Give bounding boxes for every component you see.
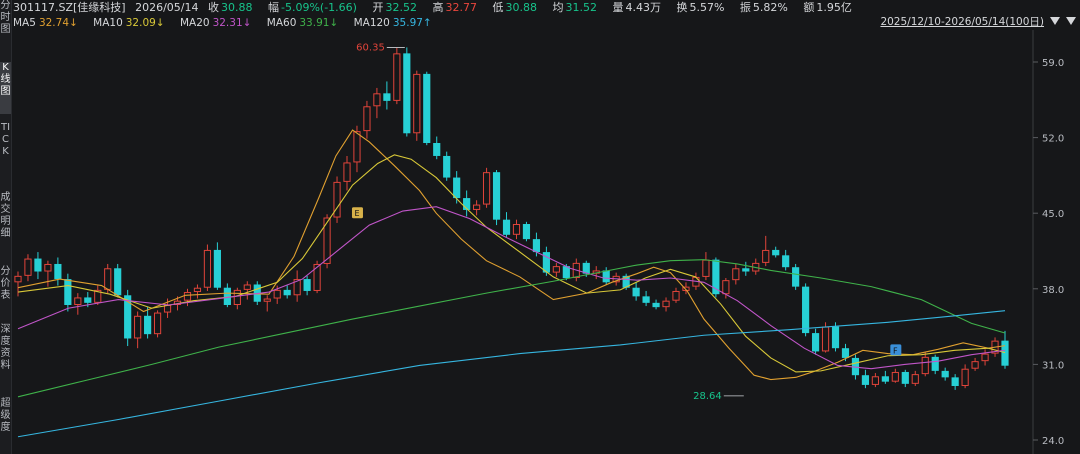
candle-body	[303, 279, 311, 291]
candle-body	[1001, 340, 1009, 366]
candle-body	[243, 284, 251, 290]
candle-body	[473, 204, 481, 210]
candle-body	[433, 143, 441, 156]
candle-body	[343, 162, 351, 182]
candle-body	[802, 286, 810, 334]
candle-body	[792, 267, 800, 287]
candle-body	[881, 376, 889, 382]
candle-body	[971, 361, 979, 369]
candle-body	[772, 249, 780, 256]
y-tick-label: 52.0	[1042, 134, 1064, 145]
y-tick-label: 38.0	[1042, 285, 1064, 296]
event-marker-label: E	[354, 209, 359, 218]
high-label: 60.35	[356, 42, 385, 53]
candle-body	[672, 290, 680, 301]
candle-body	[632, 287, 640, 297]
candle-body	[163, 305, 172, 313]
candle-body	[383, 93, 391, 101]
candle-body	[453, 177, 461, 199]
candle-body	[44, 263, 52, 272]
candle-body	[831, 326, 840, 349]
y-tick-label: 59.0	[1042, 58, 1064, 69]
candle-body	[722, 280, 730, 295]
candle-body	[602, 270, 610, 283]
candle-body	[443, 155, 451, 178]
candle-body	[213, 249, 221, 288]
candle-body	[74, 297, 82, 306]
candle-body	[911, 374, 919, 384]
candle-body	[861, 375, 870, 385]
candle-body	[134, 315, 142, 339]
candle-body	[413, 73, 421, 134]
ma-line-ma20	[17, 206, 1006, 370]
candle-body	[762, 249, 770, 263]
candle-body	[403, 53, 411, 134]
candle-body	[811, 333, 820, 352]
candle-body	[223, 287, 231, 305]
candle-body	[732, 268, 740, 281]
candle-body	[951, 377, 959, 386]
candle-body	[193, 287, 202, 293]
candle-body	[642, 296, 650, 303]
candle-body	[782, 255, 790, 268]
candle-body	[482, 172, 491, 205]
candle-body	[841, 348, 850, 358]
ma-line-ma10	[17, 154, 1006, 373]
candle-body	[273, 289, 281, 299]
candle-body	[552, 266, 560, 273]
candle-body	[233, 289, 241, 306]
candle-body	[901, 371, 909, 384]
candle-body	[263, 298, 271, 302]
candle-body	[742, 268, 750, 272]
candle-body	[532, 239, 541, 253]
candle-body	[492, 172, 501, 220]
candle-body	[54, 263, 62, 280]
low-label: 28.64	[693, 391, 722, 402]
candle-body	[931, 356, 939, 371]
candle-body	[522, 224, 531, 240]
ma-line-ma60	[17, 259, 1006, 398]
candle-body	[104, 268, 112, 290]
candle-body	[423, 73, 431, 143]
candle-body	[144, 315, 152, 335]
candle-body	[34, 258, 42, 272]
candle-body	[393, 53, 401, 101]
candle-body	[353, 131, 361, 163]
candle-body	[512, 224, 521, 235]
candle-body	[702, 259, 710, 277]
candle-body	[183, 292, 192, 301]
candle-body	[891, 371, 899, 382]
y-tick-label: 31.0	[1042, 360, 1064, 371]
candle-body	[981, 353, 989, 362]
y-tick-label: 45.0	[1042, 209, 1064, 220]
candle-body	[114, 268, 122, 296]
y-tick-label: 24.0	[1042, 436, 1064, 447]
candle-body	[373, 93, 381, 107]
candle-body	[153, 312, 162, 335]
candle-body	[652, 302, 660, 308]
event-marker-label: F	[893, 346, 898, 355]
candle-body	[502, 219, 511, 235]
candle-body	[203, 249, 212, 288]
candle-body	[363, 106, 371, 132]
candle-body	[662, 300, 670, 308]
ma-line-ma5	[17, 129, 1006, 381]
candle-body	[821, 326, 830, 352]
candle-body	[283, 289, 291, 296]
candle-body	[14, 275, 22, 283]
candle-body	[941, 370, 949, 378]
candle-body	[961, 368, 969, 387]
candle-body	[64, 279, 72, 305]
candle-body	[84, 297, 92, 303]
candle-body	[871, 376, 879, 385]
candle-body	[921, 356, 929, 375]
kline-chart[interactable]: 59.0 52.0 45.0 38.0 31.0 24.0 60.35 28.64 E F	[0, 0, 1080, 454]
candle-body	[24, 258, 32, 276]
